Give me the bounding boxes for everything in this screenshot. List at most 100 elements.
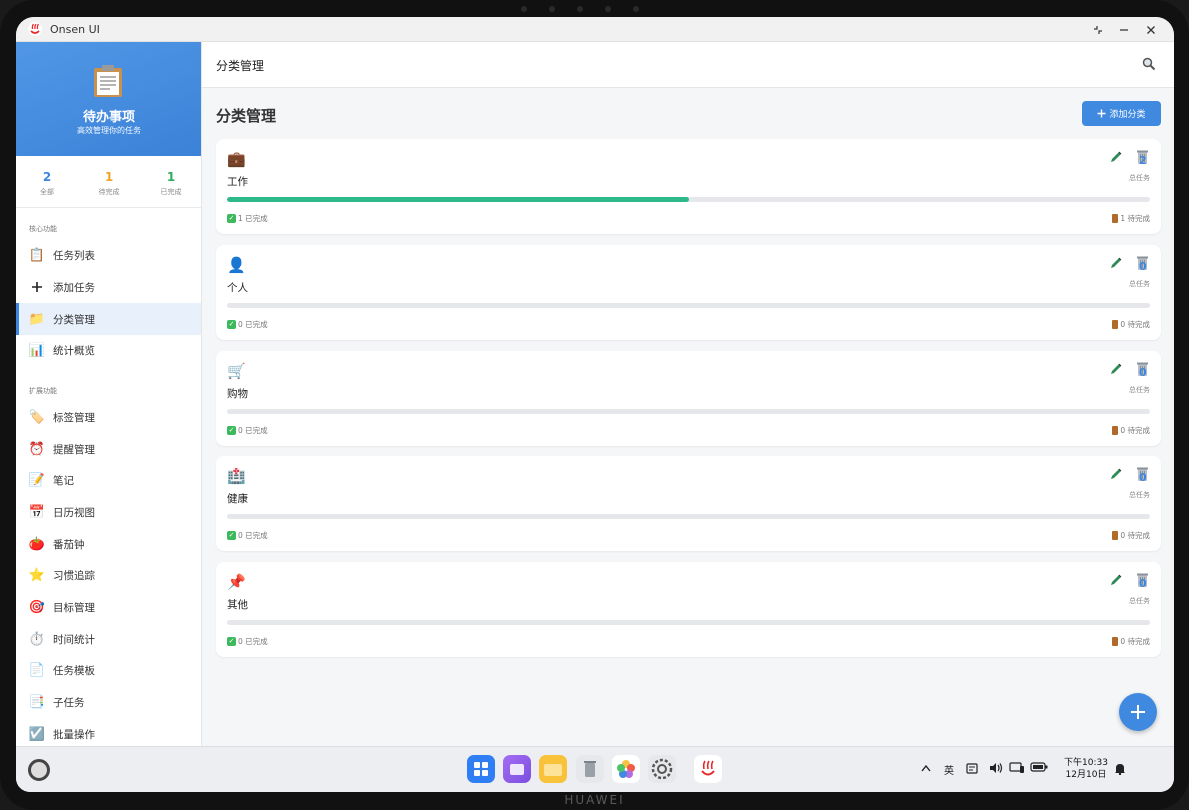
category-progress-bar (227, 303, 1150, 308)
sidebar-item-add-task[interactable]: 添加任务 (16, 271, 201, 303)
sidebar-item-label: 统计概览 (53, 345, 95, 357)
hourglass-icon (1112, 426, 1119, 435)
category-total-count: 0 (1139, 366, 1147, 379)
trash-icon[interactable] (576, 755, 604, 783)
edit-icon[interactable] (1109, 467, 1123, 481)
onsen-logo-icon (28, 22, 42, 36)
hospital-icon: 🏥 (227, 467, 246, 485)
sidebar-item-tags[interactable]: 🏷️ 标签管理 (16, 401, 201, 433)
category-card-work[interactable]: 💼 工作 2 总任务 ✓ 1 已完成 1 待完成 (216, 139, 1161, 234)
device-connect-icon[interactable] (1009, 762, 1025, 777)
document-icon: 📄 (28, 662, 46, 678)
clipboard-icon: 📋 (28, 247, 46, 263)
sidebar-item-notes[interactable]: 📝 笔记 (16, 464, 201, 496)
multitask-icon[interactable] (503, 755, 531, 783)
sidebar-item-pomodoro[interactable]: 🍅 番茄钟 (16, 528, 201, 560)
close-window-button[interactable] (1141, 20, 1161, 40)
launcher-button[interactable] (28, 759, 50, 781)
window-title: Onsen UI (50, 23, 100, 36)
category-card-shopping[interactable]: 🛒 购物 0 总任务 ✓ 0 已完成 0 待完成 (216, 351, 1161, 446)
settings-icon[interactable] (648, 755, 676, 783)
category-total-count: 0 (1139, 577, 1147, 590)
clock-time: 下午10:33 (1064, 758, 1108, 768)
files-icon[interactable] (539, 755, 567, 783)
gallery-icon[interactable] (612, 755, 640, 783)
system-clock[interactable]: 下午10:33 12月10日 (1064, 757, 1108, 781)
clock-date: 12月10日 (1065, 770, 1107, 780)
minimize-window-button[interactable] (1114, 20, 1134, 40)
stat-done-label: 已完成 (160, 188, 182, 196)
clipboard-tray-icon[interactable] (966, 762, 978, 777)
category-total-label: 总任务 (1129, 491, 1150, 499)
sidebar-item-statistics[interactable]: 📊 统计概览 (16, 334, 201, 366)
sidebar: 待办事项 高效管理你的任务 2 全部 1 待完成 1 已完成 核心功能 📋 任务… (16, 42, 202, 746)
sidebar-item-calendar[interactable]: 📅 日历视图 (16, 496, 201, 528)
pending-text: 0 待完成 (1120, 320, 1150, 329)
category-card-health[interactable]: 🏥 健康 0 总任务 ✓ 0 已完成 0 待完成 (216, 456, 1161, 551)
edit-icon[interactable] (1109, 256, 1123, 270)
pending-text: 1 待完成 (1120, 214, 1150, 223)
edit-icon[interactable] (1109, 573, 1123, 587)
category-progress-bar (227, 620, 1150, 625)
grid-app-icon[interactable] (467, 755, 495, 783)
battery-icon[interactable] (1030, 762, 1048, 775)
category-total-label: 总任务 (1129, 280, 1150, 288)
sidebar-item-subtasks[interactable]: 📑 子任务 (16, 686, 201, 718)
sidebar-header: 待办事项 高效管理你的任务 (16, 42, 201, 156)
sidebar-item-categories[interactable]: 📁 分类管理 (16, 303, 201, 335)
sidebar-item-task-list[interactable]: 📋 任务列表 (16, 239, 201, 271)
clipboard-icon (94, 65, 122, 97)
chevron-up-icon[interactable] (921, 762, 931, 775)
bar-chart-icon: 📊 (28, 342, 46, 358)
sidebar-item-templates[interactable]: 📄 任务模板 (16, 654, 201, 686)
system-taskbar: 英 下午10:33 12月10日 (16, 746, 1174, 792)
star-icon: ⭐ (28, 567, 46, 583)
category-pending: 0 待完成 (1112, 319, 1150, 330)
check-icon: ✓ (227, 320, 236, 329)
check-icon: ✓ (227, 637, 236, 646)
notification-bell-icon[interactable] (1114, 762, 1126, 778)
edit-icon[interactable] (1109, 150, 1123, 164)
stat-pending-label: 待完成 (98, 188, 120, 196)
sidebar-item-label: 标签管理 (53, 412, 95, 424)
sidebar-item-label: 任务列表 (53, 250, 95, 262)
onsen-app-icon[interactable] (694, 755, 722, 783)
plus-icon (1131, 705, 1145, 719)
category-total-label: 总任务 (1129, 386, 1150, 394)
screen: Onsen UI 待办事项 高效管理你的任务 2 全部 1 待完成 1 已完成 … (16, 17, 1174, 792)
category-total-label: 总任务 (1129, 174, 1150, 182)
hourglass-icon (1112, 320, 1119, 329)
pending-text: 0 待完成 (1120, 426, 1150, 435)
stat-all-label: 全部 (40, 188, 54, 196)
check-icon: ✓ (227, 214, 236, 223)
sidebar-item-reminders[interactable]: ⏰ 提醒管理 (16, 433, 201, 465)
sidebar-item-label: 番茄钟 (53, 539, 85, 551)
app-title: 待办事项 (82, 110, 135, 125)
sidebar-item-label: 日历视图 (53, 507, 95, 519)
pending-text: 0 待完成 (1120, 637, 1150, 646)
category-total-label: 总任务 (1129, 597, 1150, 605)
add-category-label: 添加分类 (1109, 110, 1146, 120)
category-done: ✓ 0 已完成 (227, 530, 268, 541)
sidebar-item-label: 分类管理 (53, 314, 95, 326)
add-category-button[interactable]: 添加分类 (1082, 101, 1161, 126)
cart-icon: 🛒 (227, 362, 246, 380)
category-card-personal[interactable]: 👤 个人 0 总任务 ✓ 0 已完成 0 待完成 (216, 245, 1161, 340)
edit-icon[interactable] (1109, 362, 1123, 376)
restore-window-button[interactable] (1088, 20, 1108, 40)
sidebar-item-label: 任务模板 (53, 665, 95, 677)
category-name: 购物 (227, 388, 248, 400)
volume-icon[interactable] (989, 762, 1003, 777)
sidebar-item-batch[interactable]: ☑️ 批量操作 (16, 718, 201, 746)
collapse-icon (1094, 26, 1102, 34)
sidebar-item-time-stats[interactable]: ⏱️ 时间统计 (16, 623, 201, 655)
hourglass-icon (1112, 214, 1119, 223)
sidebar-item-goals[interactable]: 🎯 目标管理 (16, 591, 201, 623)
ime-indicator[interactable]: 英 (944, 762, 954, 777)
search-icon[interactable] (1142, 57, 1156, 71)
stat-done-value: 1 (166, 170, 176, 184)
category-card-other[interactable]: 📌 其他 0 总任务 ✓ 0 已完成 0 待完成 (216, 562, 1161, 657)
subtask-icon: 📑 (28, 694, 46, 710)
sidebar-item-habits[interactable]: ⭐ 习惯追踪 (16, 559, 201, 591)
floating-add-button[interactable] (1119, 693, 1157, 731)
